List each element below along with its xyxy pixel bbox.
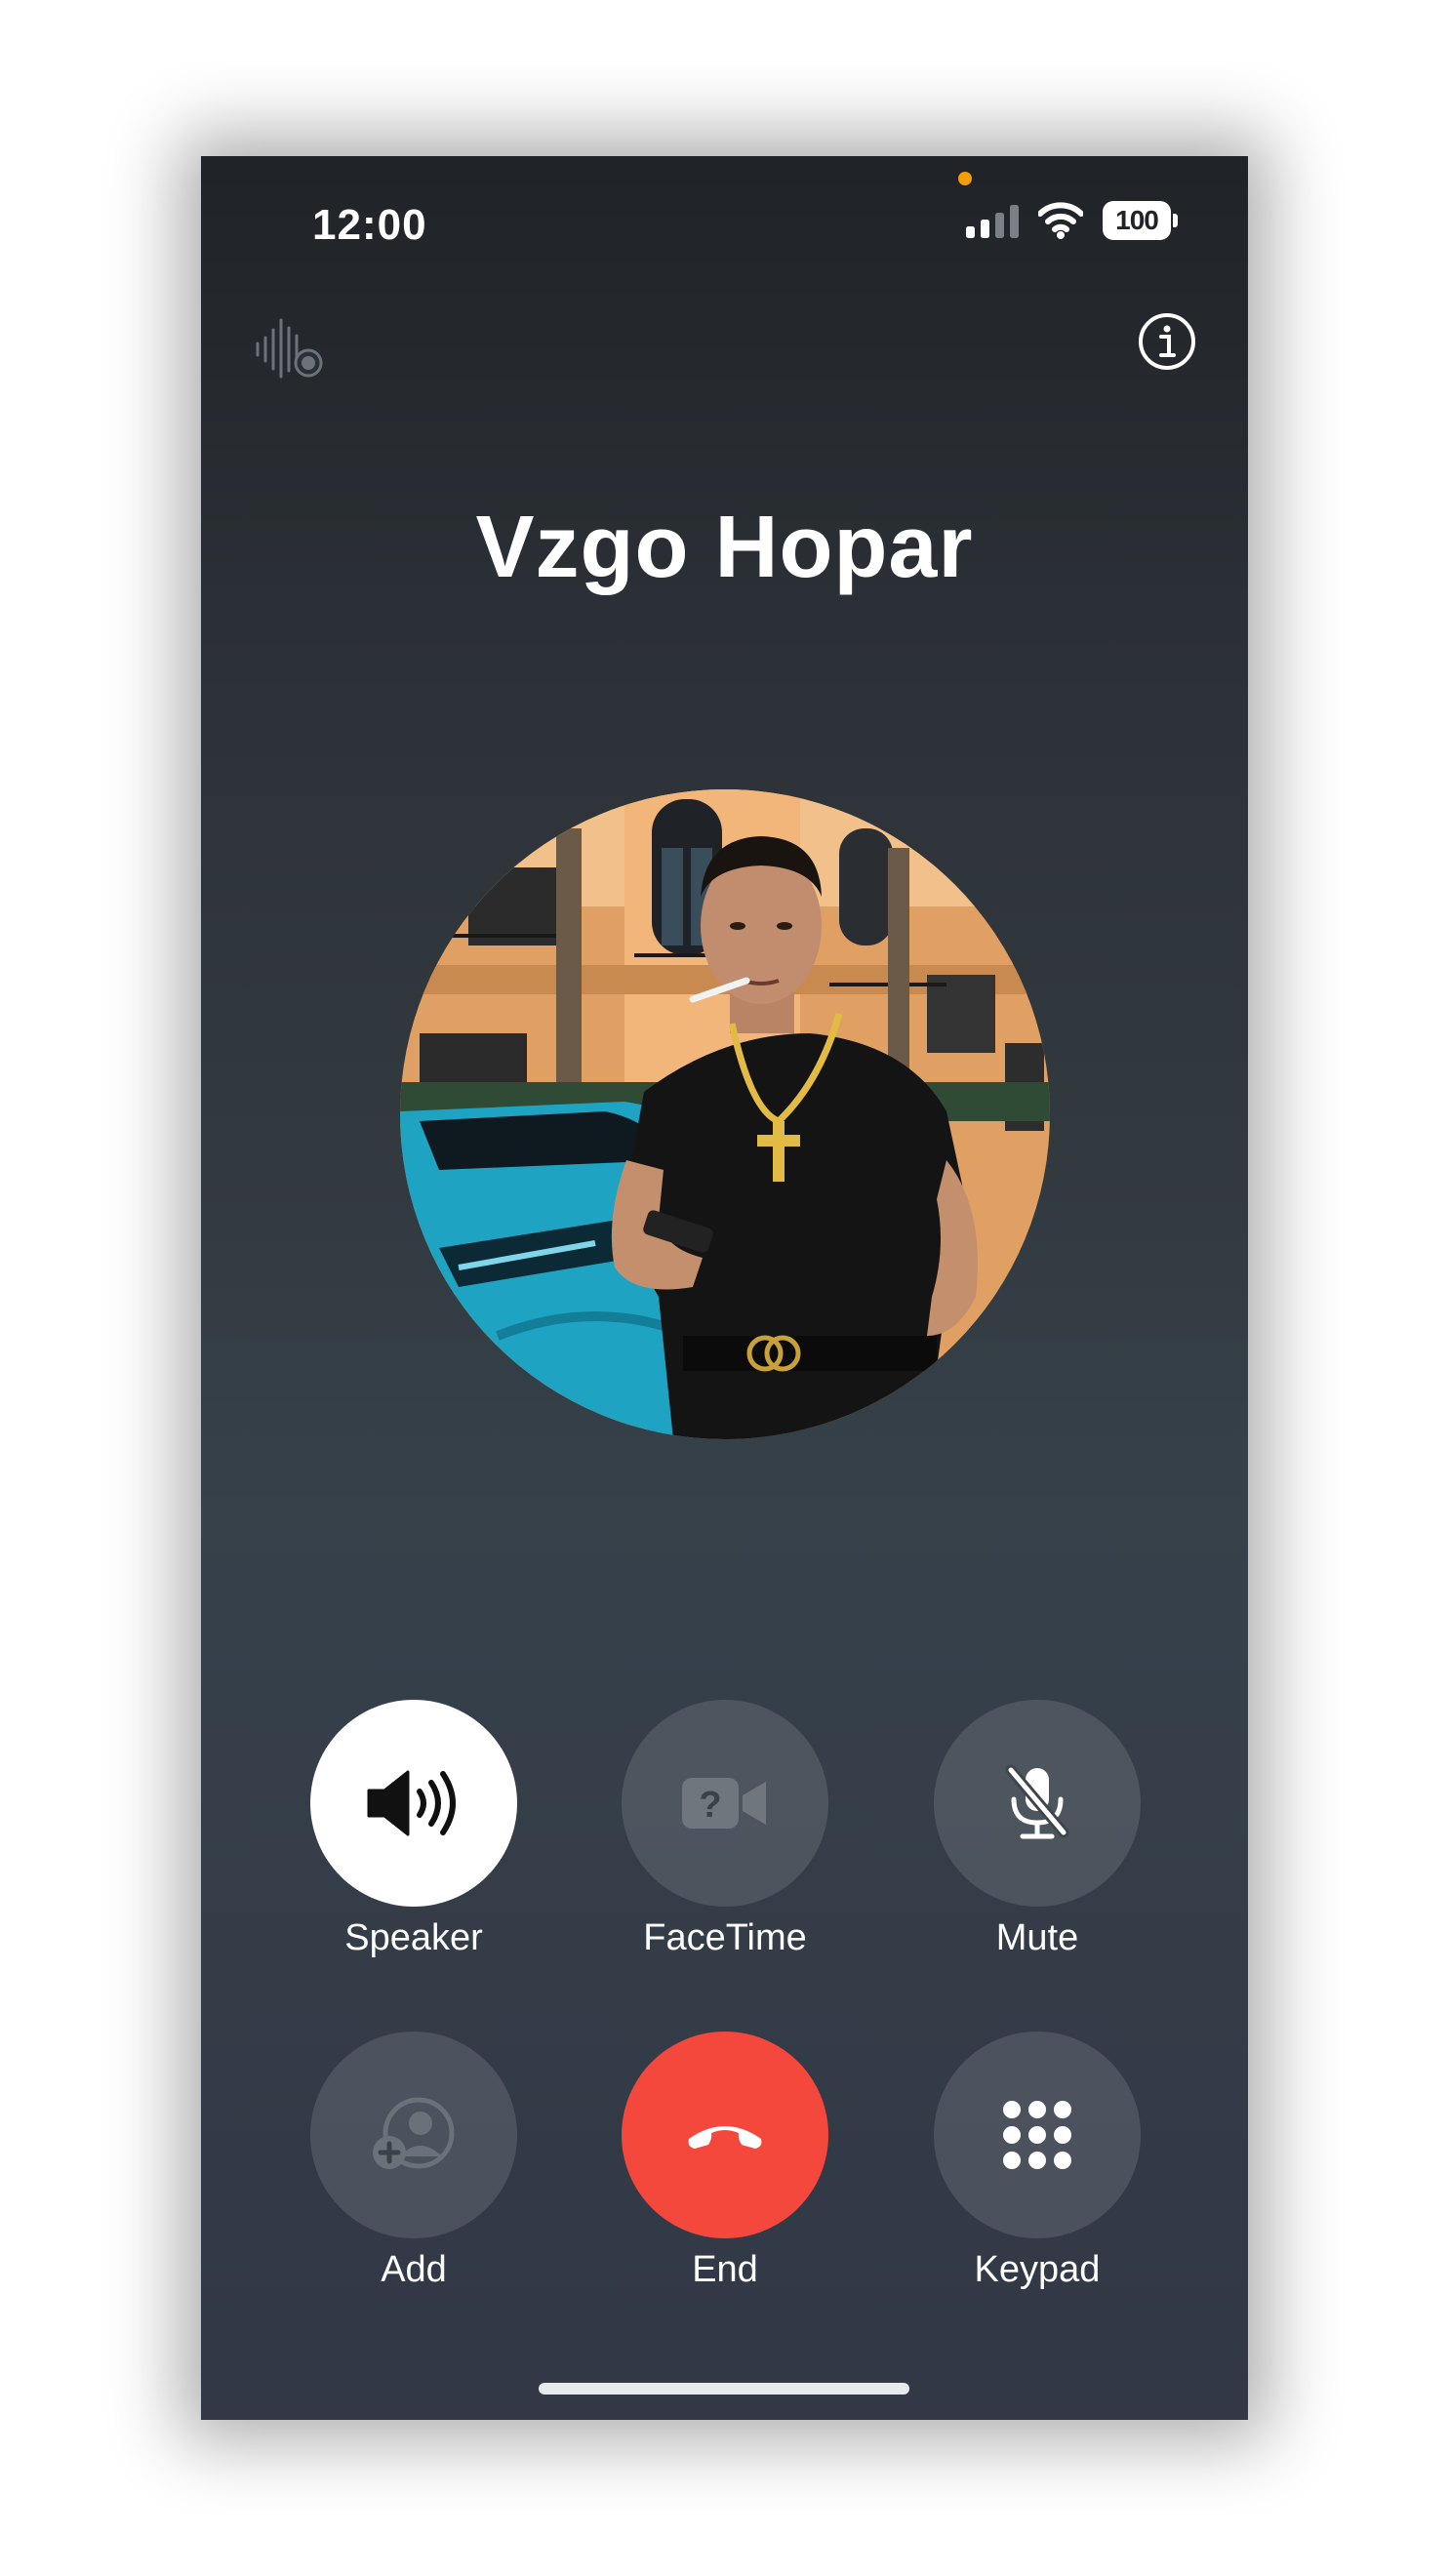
mute-label: Mute: [995, 1917, 1079, 1958]
end-call-button[interactable]: [622, 2032, 828, 2238]
svg-text:?: ?: [699, 1785, 721, 1826]
mute-button[interactable]: [934, 1700, 1141, 1907]
speaker-label: Speaker: [344, 1917, 483, 1958]
add-call-button[interactable]: [310, 2032, 517, 2238]
live-audio-waveform-icon[interactable]: [254, 316, 330, 381]
facetime-label: FaceTime: [643, 1917, 807, 1958]
avatar-photo-image: [400, 789, 1050, 1439]
video-camera-question-icon: ?: [682, 1778, 766, 1829]
recording-indicator-dot: [958, 172, 972, 185]
wifi-icon: [1038, 202, 1083, 239]
speaker-button[interactable]: [310, 1700, 517, 1907]
battery-level: 100: [1103, 201, 1171, 240]
cellular-signal-icon: [966, 205, 1019, 238]
battery-indicator: 100: [1103, 201, 1179, 242]
caller-name: Vzgo Hopar: [475, 499, 974, 596]
call-screen: 12:00 100 Vzgo Hopar Speaker ? FaceTime …: [201, 156, 1248, 2420]
keypad-button[interactable]: [934, 2032, 1141, 2238]
phone-hangup-icon: [688, 2126, 762, 2149]
battery-tip: [1173, 214, 1178, 227]
info-icon[interactable]: [1138, 312, 1196, 371]
microphone-slash-icon: [1005, 1764, 1069, 1839]
keypad-label: Keypad: [974, 2249, 1101, 2290]
keypad-grid-icon: [1003, 2101, 1071, 2169]
person-add-icon: [373, 2097, 455, 2169]
speaker-wave-icon: [367, 1770, 456, 1836]
add-label: Add: [381, 2249, 447, 2290]
home-indicator[interactable]: [539, 2383, 909, 2395]
status-time: 12:00: [312, 201, 427, 249]
end-label: End: [692, 2249, 758, 2290]
caller-avatar: [400, 789, 1050, 1439]
facetime-button[interactable]: ?: [622, 1700, 828, 1907]
